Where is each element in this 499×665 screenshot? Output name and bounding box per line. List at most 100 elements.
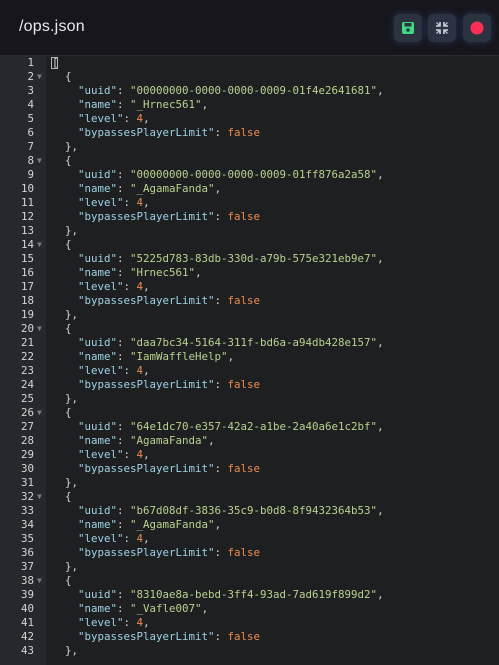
line-number: 40 — [20, 602, 34, 615]
close-button[interactable] — [463, 14, 491, 42]
line-number: 15 — [20, 252, 34, 265]
line-number: 8 — [27, 154, 34, 167]
line-number: 26 — [20, 406, 34, 419]
code-line: 40 "name": "_Vafle007", — [0, 602, 499, 616]
line-number: 13 — [20, 224, 34, 237]
line-number: 23 — [20, 364, 34, 377]
line-number: 3 — [27, 84, 34, 97]
code-text: "uuid": "00000000-0000-0000-0009-01f4e26… — [78, 84, 384, 97]
code-text: "bypassesPlayerLimit": false — [78, 126, 261, 139]
code-line: 29 "level": 4, — [0, 448, 499, 462]
code-line: 41 "level": 4, — [0, 616, 499, 630]
code-text: "level": 4, — [78, 112, 150, 125]
code-line: 43 }, — [0, 644, 499, 658]
code-text: { — [52, 406, 72, 419]
code-text: "level": 4, — [78, 616, 150, 629]
code-text: "bypassesPlayerLimit": false — [78, 294, 261, 307]
code-text: "name": "_Vafle007", — [78, 602, 209, 615]
line-number: 7 — [27, 140, 34, 153]
code-line: 25 }, — [0, 392, 499, 406]
fold-chevron-icon[interactable]: ▼ — [37, 322, 42, 336]
code-text: "uuid": "b67d08df-3836-35c9-b0d8-8f94323… — [78, 504, 384, 517]
fold-chevron-icon[interactable]: ▼ — [37, 490, 42, 504]
code-text: "name": "_AgamaFanda", — [78, 518, 222, 531]
code-line: 33 "uuid": "b67d08df-3836-35c9-b0d8-8f94… — [0, 504, 499, 518]
code-text: "level": 4, — [78, 196, 150, 209]
code-line: 9 "uuid": "00000000-0000-0000-0009-01ff8… — [0, 168, 499, 182]
line-number: 21 — [20, 336, 34, 349]
code-text: }, — [52, 476, 79, 489]
code-line: 35 "level": 4, — [0, 532, 499, 546]
line-number: 37 — [20, 560, 34, 573]
code-line: 26 ▼ { — [0, 406, 499, 420]
code-text: [ — [52, 56, 59, 69]
code-text: }, — [52, 224, 79, 237]
code-line: 21 "uuid": "daa7bc34-5164-311f-bd6a-a94d… — [0, 336, 499, 350]
code-line: 6 "bypassesPlayerLimit": false — [0, 126, 499, 140]
line-number: 18 — [20, 294, 34, 307]
code-line: 18 "bypassesPlayerLimit": false — [0, 294, 499, 308]
line-number: 4 — [27, 98, 34, 111]
code-text: "bypassesPlayerLimit": false — [78, 210, 261, 223]
code-text: "level": 4, — [78, 448, 150, 461]
line-number: 19 — [20, 308, 34, 321]
code-text: "level": 4, — [78, 280, 150, 293]
line-number: 28 — [20, 434, 34, 447]
line-number: 24 — [20, 378, 34, 391]
code-text: "uuid": "5225d783-83db-330d-a79b-575e321… — [78, 252, 384, 265]
line-number: 27 — [20, 420, 34, 433]
code-line: 34 "name": "_AgamaFanda", — [0, 518, 499, 532]
line-number: 17 — [20, 280, 34, 293]
code-line: 23 "level": 4, — [0, 364, 499, 378]
line-number: 38 — [20, 574, 34, 587]
code-text: "uuid": "daa7bc34-5164-311f-bd6a-a94db42… — [78, 336, 384, 349]
code-line: 37 }, — [0, 560, 499, 574]
code-line: 5 "level": 4, — [0, 112, 499, 126]
code-text: "name": "_Hrnec561", — [78, 98, 209, 111]
code-line: 1[ — [0, 56, 499, 70]
code-line: 11 "level": 4, — [0, 196, 499, 210]
code-text: { — [52, 154, 72, 167]
code-line: 42 "bypassesPlayerLimit": false — [0, 630, 499, 644]
record-icon — [470, 21, 484, 35]
save-button[interactable] — [394, 14, 422, 42]
code-text: "bypassesPlayerLimit": false — [78, 630, 261, 643]
code-text: "name": "AgamaFanda", — [78, 434, 215, 447]
code-text: "name": "_AgamaFanda", — [78, 182, 222, 195]
code-line: 22 "name": "IamWaffleHelp", — [0, 350, 499, 364]
line-number: 41 — [20, 616, 34, 629]
fold-chevron-icon[interactable]: ▼ — [37, 154, 42, 168]
line-number: 32 — [20, 490, 34, 503]
code-line: 15 "uuid": "5225d783-83db-330d-a79b-575e… — [0, 252, 499, 266]
code-text: { — [52, 70, 72, 83]
fold-chevron-icon[interactable]: ▼ — [37, 406, 42, 420]
code-line: 36 "bypassesPlayerLimit": false — [0, 546, 499, 560]
code-text: }, — [52, 560, 79, 573]
line-number: 29 — [20, 448, 34, 461]
line-number: 31 — [20, 476, 34, 489]
fold-chevron-icon[interactable]: ▼ — [37, 574, 42, 588]
code-line: 3 "uuid": "00000000-0000-0000-0009-01f4e… — [0, 84, 499, 98]
code-text: { — [52, 322, 72, 335]
code-editor[interactable]: 1[2 ▼ {3 "uuid": "00000000-0000-0000-0009… — [0, 56, 499, 665]
collapse-button[interactable] — [428, 14, 456, 42]
code-text: "bypassesPlayerLimit": false — [78, 378, 261, 391]
code-line: 14 ▼ { — [0, 238, 499, 252]
file-title: /ops.json — [19, 18, 85, 35]
line-number: 43 — [20, 644, 34, 657]
line-number: 9 — [27, 168, 34, 181]
line-number: 10 — [20, 182, 34, 195]
fold-chevron-icon[interactable]: ▼ — [37, 70, 42, 84]
code-line: 12 "bypassesPlayerLimit": false — [0, 210, 499, 224]
code-text: "uuid": "8310ae8a-bebd-3ff4-93ad-7ad619f… — [78, 588, 384, 601]
fold-chevron-icon[interactable]: ▼ — [37, 238, 42, 252]
code-line: 27 "uuid": "64e1dc70-e357-42a2-a1be-2a40… — [0, 420, 499, 434]
code-text: "name": "Hrnec561", — [78, 266, 202, 279]
code-line: 2 ▼ { — [0, 70, 499, 84]
code-line: 8 ▼ { — [0, 154, 499, 168]
line-number: 30 — [20, 462, 34, 475]
code-line: 28 "name": "AgamaFanda", — [0, 434, 499, 448]
line-number: 36 — [20, 546, 34, 559]
line-number: 2 — [27, 70, 34, 83]
code-line: 17 "level": 4, — [0, 280, 499, 294]
